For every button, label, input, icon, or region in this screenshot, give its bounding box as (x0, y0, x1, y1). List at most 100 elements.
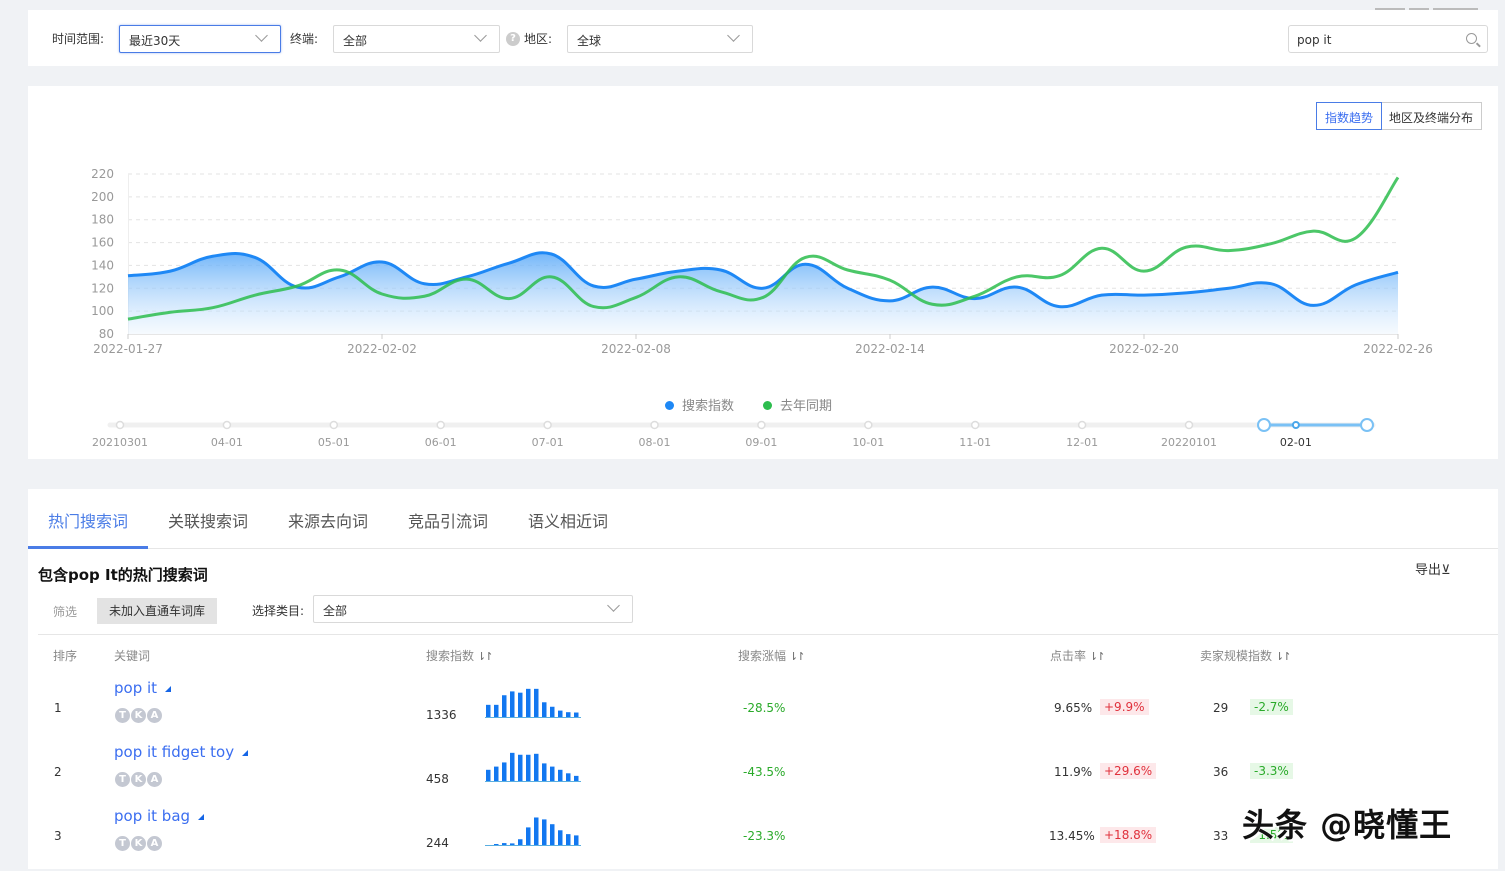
timeline-node (223, 422, 230, 429)
region-label: 地区: (524, 30, 552, 47)
badge-k-icon[interactable]: K (131, 708, 146, 723)
not-in-library-filter-chip[interactable]: 未加入直通车词库 (97, 598, 217, 624)
legend-item-last-year[interactable]: 去年同期 (763, 395, 832, 414)
search-value: pop it (1297, 33, 1331, 47)
column-header-rank: 排序 (53, 647, 77, 664)
rank-cell: 3 (54, 829, 62, 843)
tab-competitor-traffic[interactable]: 竞品引流词 (408, 508, 488, 532)
badge-a-icon[interactable]: A (147, 836, 162, 851)
timeline-node (117, 422, 124, 429)
badge-k-icon[interactable]: K (131, 836, 146, 851)
x-tick-label: 2022-02-20 (1109, 342, 1179, 356)
tab-hot-search[interactable]: 热门搜索词 (48, 508, 128, 532)
sort-icon[interactable]: ⇂↾ (789, 650, 803, 663)
ctr-value: 13.45% (1049, 829, 1095, 843)
time-range-select[interactable]: 最近30天 (119, 25, 281, 53)
keyword-badges: TKA (115, 707, 163, 723)
terminal-label: 终端: (290, 30, 318, 47)
search-index-value: 458 (426, 772, 449, 786)
legend-item-search-index[interactable]: 搜索指数 (665, 395, 734, 414)
ctr-value: 11.9% (1054, 765, 1092, 779)
sparkline-bar (550, 707, 555, 717)
column-header-seller-index[interactable]: 卖家规模指数⇂↾ (1200, 647, 1289, 664)
expand-triangle-icon[interactable] (165, 686, 171, 692)
seller-index-value: 33 (1213, 829, 1228, 843)
timeline-end-handle (1361, 419, 1373, 431)
chevron-down-icon (727, 29, 740, 42)
y-tick-label: 80 (99, 327, 114, 341)
column-header-search-index[interactable]: 搜索指数⇂↾ (426, 647, 491, 664)
sparkline-bar (534, 754, 539, 781)
active-tab-indicator (28, 546, 148, 549)
ctr-change-badge: +29.6% (1100, 763, 1156, 779)
y-tick-label: 120 (91, 281, 114, 295)
search-index-value: 1336 (426, 708, 457, 722)
timeline-label: 20220101 (1161, 436, 1217, 449)
badge-a-icon[interactable]: A (147, 772, 162, 787)
timeline-node (651, 422, 658, 429)
tab-semantic-similar[interactable]: 语义相近词 (528, 508, 608, 532)
tab-related-search[interactable]: 关联搜索词 (168, 508, 248, 532)
badge-k-icon[interactable]: K (131, 772, 146, 787)
trend-chart-panel: 指数趋势 地区及终端分布 80100120140160180200220 202… (28, 86, 1498, 459)
timeline-node (544, 422, 551, 429)
sort-icon[interactable]: ⇂↾ (1275, 650, 1289, 663)
sparkline-bar (542, 763, 547, 781)
sparkline-bar (502, 695, 507, 717)
timeline-node (1293, 422, 1299, 428)
timeline-label: 06-01 (425, 436, 457, 449)
terminal-select[interactable]: 全部 (333, 25, 500, 53)
region-select[interactable]: 全球 (567, 25, 753, 53)
timeline-start-handle (1258, 419, 1270, 431)
expand-triangle-icon[interactable] (198, 814, 204, 820)
sparkline-bar (550, 824, 555, 845)
y-tick-label: 180 (91, 213, 114, 227)
sort-icon[interactable]: ⇂↾ (1089, 650, 1103, 663)
search-index-value: 244 (426, 836, 449, 850)
sparkline-bar (486, 705, 491, 717)
badge-t-icon[interactable]: T (115, 836, 130, 851)
timeline-label: 12-01 (1066, 436, 1098, 449)
timeline-node (972, 422, 979, 429)
legend-dot-green (763, 401, 772, 410)
x-tick-label: 2022-02-14 (855, 342, 925, 356)
sparkline-bar (558, 830, 563, 845)
category-label: 选择类目: (252, 602, 304, 619)
timeline-node (865, 422, 872, 429)
column-header-search-growth[interactable]: 搜索涨幅⇂↾ (738, 647, 803, 664)
badge-t-icon[interactable]: T (115, 772, 130, 787)
timeline-label: 20210301 (92, 436, 148, 449)
search-index-sparkline (485, 751, 585, 787)
rank-cell: 2 (54, 765, 62, 779)
terminal-value: 全部 (343, 34, 367, 48)
y-tick-label: 200 (91, 190, 114, 204)
keyword-search-input[interactable]: pop it (1288, 25, 1488, 53)
tab-index-trend[interactable]: 指数趋势 (1316, 102, 1382, 130)
badge-t-icon[interactable]: T (115, 708, 130, 723)
filter-label: 筛选 (53, 603, 77, 620)
column-header-ctr[interactable]: 点击率⇂↾ (1050, 647, 1103, 664)
time-range-label: 时间范围: (52, 30, 104, 47)
badge-a-icon[interactable]: A (147, 708, 162, 723)
search-icon[interactable] (1466, 33, 1477, 44)
seller-change-badge: -2.7% (1250, 699, 1293, 715)
sparkline-bar (574, 776, 579, 781)
sort-icon[interactable]: ⇂↾ (477, 650, 491, 663)
timeline-node (330, 422, 337, 429)
keyword-link[interactable]: pop it bag (114, 807, 204, 825)
export-button[interactable]: 导出⊻ (1415, 559, 1451, 578)
category-value: 全部 (323, 604, 347, 618)
timeline-node (1186, 422, 1193, 429)
keyword-tabs: 热门搜索词 关联搜索词 来源去向词 竞品引流词 语义相近词 (28, 489, 1498, 549)
region-value: 全球 (577, 34, 601, 48)
keyword-link[interactable]: pop it fidget toy (114, 743, 248, 761)
expand-triangle-icon[interactable] (242, 750, 248, 756)
timeline-label: 11-01 (959, 436, 991, 449)
help-icon[interactable]: ? (506, 32, 520, 46)
sparkline-bar (518, 755, 523, 781)
category-select[interactable]: 全部 (313, 595, 633, 623)
keyword-badges: TKA (115, 835, 163, 851)
keyword-link[interactable]: pop it (114, 679, 171, 697)
tab-source-destination[interactable]: 来源去向词 (288, 508, 368, 532)
ctr-change-badge: +9.9% (1100, 699, 1149, 715)
